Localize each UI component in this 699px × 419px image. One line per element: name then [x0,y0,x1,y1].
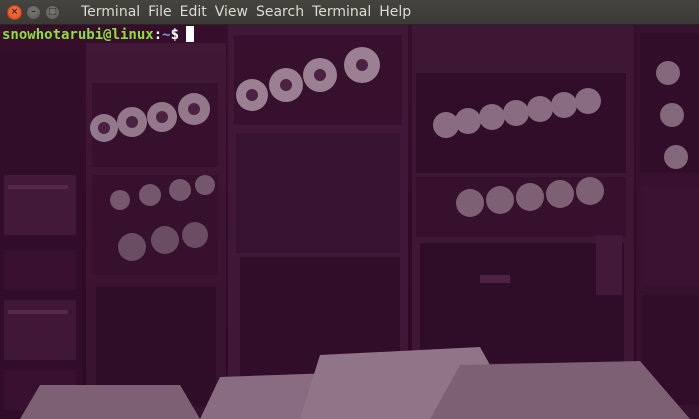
text-cursor [186,26,195,42]
menu-search[interactable]: Search [256,4,304,20]
menu-bar: Terminal File Edit View Search Terminal … [81,4,419,20]
title-menu-bar: × – □ Terminal File Edit View Search Ter… [0,0,699,25]
shell-prompt: snowhotarubi@linux:~$ [2,26,195,44]
prompt-path: ~ [162,27,171,43]
menu-terminal-app[interactable]: Terminal [81,4,140,20]
close-icon[interactable]: × [7,4,22,20]
prompt-colon: : [153,27,163,43]
menu-file[interactable]: File [148,4,171,20]
terminal-window: × – □ Terminal File Edit View Search Ter… [0,0,699,419]
prompt-user-host: snowhotarubi@linux [2,27,154,43]
prompt-symbol: $ [170,27,180,43]
background-tint [0,25,699,419]
minimize-icon[interactable]: – [26,4,41,20]
menu-help[interactable]: Help [379,4,411,20]
maximize-icon[interactable]: □ [45,4,60,20]
menu-edit[interactable]: Edit [180,4,207,20]
menu-terminal[interactable]: Terminal [312,4,371,20]
terminal-area[interactable]: snowhotarubi@linux:~$ [0,25,699,419]
menu-view[interactable]: View [215,4,248,20]
window-controls: × – □ [7,4,64,20]
